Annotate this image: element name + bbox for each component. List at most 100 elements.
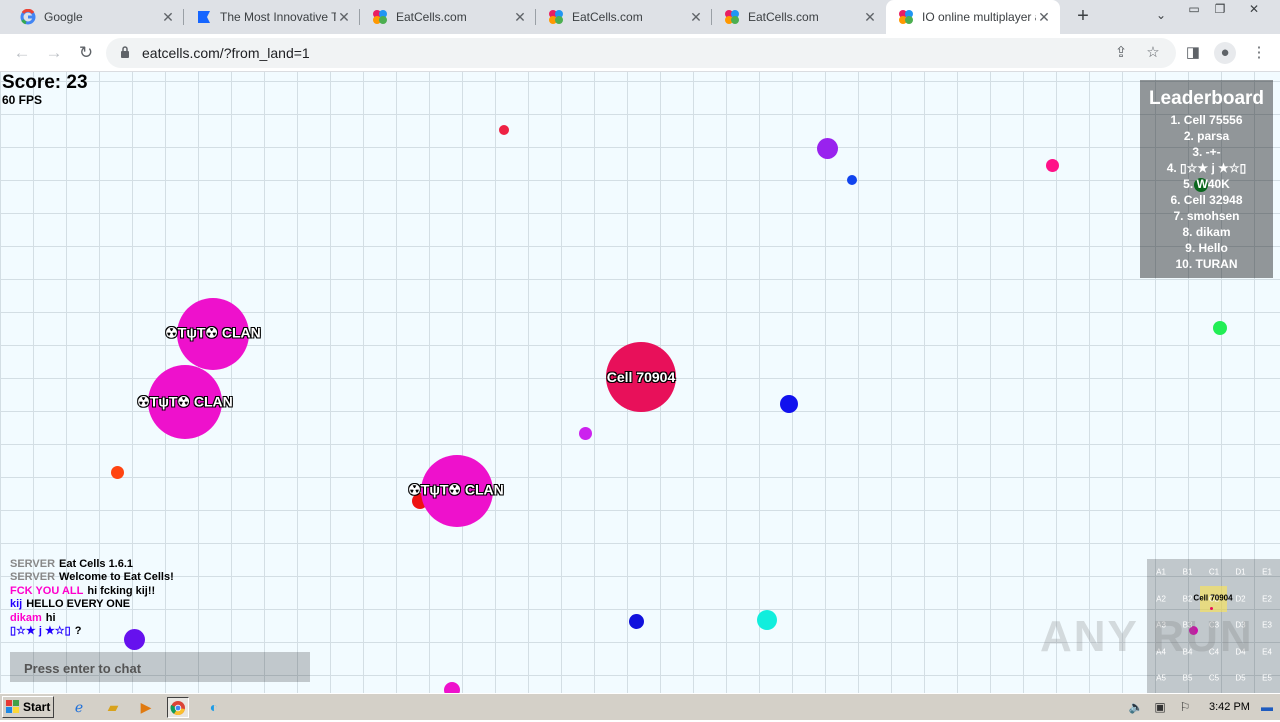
enemy-cell-name: ☢TψT☢ CLAN [165,324,261,341]
chat-message: dikam hi [10,612,174,625]
minimap-sector-label: B5 [1182,673,1193,683]
score-text: Score: 23 [2,72,88,93]
tab-innovative[interactable]: The Most Innovative Tr ✕ [184,0,360,34]
lock-icon[interactable] [120,46,130,58]
food-pellet [579,427,592,440]
minimap-sector-label: A1 [1156,567,1166,577]
eatcells-icon [725,10,739,24]
close-window-icon[interactable]: ✕ [1243,2,1265,16]
tab-eatcells-2[interactable]: EatCells.com ✕ [536,0,712,34]
eatcells-icon [899,10,913,24]
minimap-sector-label: D1 [1235,567,1246,577]
chat-text: hi [45,611,56,624]
leaderboard-entry: 4. ▯☆★ j ★☆▯ [1166,161,1247,175]
minimap-player-label: Cell 70904 [1193,593,1233,603]
food-pellet [1213,321,1227,335]
leaderboard-entry: 8. dikam [1182,225,1231,239]
url-text[interactable]: eatcells.com/?from_land=1 [142,45,310,61]
file-explorer-icon[interactable]: ▰ [102,697,124,718]
minimap-sector-label: E1 [1262,567,1272,577]
leaderboard-entry: 10. TURAN [1175,257,1238,271]
media-player-icon[interactable]: ▶ [135,697,157,718]
close-tab-icon[interactable]: ✕ [688,9,704,26]
close-tab-icon[interactable]: ✕ [160,9,176,26]
game-canvas[interactable]: Score: 23 60 FPS ☢TψT☢ CLAN ☢TψT☢ CLAN ☢… [0,72,1280,693]
minimize-icon[interactable]: ▭ [1183,2,1205,16]
eatcells-icon [549,10,563,24]
food-pellet [1046,159,1059,172]
minimap-sector-label: C5 [1208,673,1220,683]
chat-text: ? [74,625,82,638]
enemy-cell-name: ☢TψT☢ CLAN [408,481,504,498]
tab-search-chevron-icon[interactable]: ⌄ [1152,8,1170,26]
close-tab-icon[interactable]: ✕ [512,9,528,26]
edge-icon[interactable]: ◐ [203,697,225,718]
action-center-flag-icon[interactable]: ⚐ [1177,699,1193,715]
start-label: Start [23,700,51,714]
menu-kebab-icon[interactable]: ⋮ [1250,44,1268,62]
chat-message: ▯☆★ j ★☆▯? [10,625,174,638]
chat-input[interactable]: Press enter to chat [10,652,310,682]
start-button[interactable]: Start [2,696,54,718]
chat-text: Welcome to Eat Cells! [59,571,174,584]
restore-icon[interactable]: ❐ [1209,2,1231,16]
windows-taskbar: Start ℯ ▰ ▶ ◐ 🔈 ▣ ⚐ 3:42 PM ▬ [0,693,1280,720]
close-tab-icon[interactable]: ✕ [862,9,878,26]
player-cell-name: Cell 70904 [606,369,676,385]
leaderboard-panel: Leaderboard 1. Cell 75556 2. parsa 3. -+… [1140,80,1273,278]
tab-eatcells-3[interactable]: EatCells.com ✕ [712,0,886,34]
fps-counter: 60 FPS [2,93,43,107]
food-pellet [780,395,798,413]
food-pellet [757,610,777,630]
minimap-sector-label: C1 [1208,567,1220,577]
minimap-sector-label: E2 [1262,594,1272,603]
tab-title: EatCells.com [396,10,467,24]
internet-explorer-icon[interactable]: ℯ [68,697,90,718]
close-tab-icon[interactable]: ✕ [1036,9,1052,26]
food-pellet [629,614,644,629]
food-pellet [847,175,857,185]
new-tab-button[interactable]: + [1072,5,1094,29]
chat-sender: FCK YOU ALL [10,584,84,597]
tab-eatcells-1[interactable]: EatCells.com ✕ [360,0,536,34]
tab-google[interactable]: Google ✕ [8,0,184,34]
chat-log: SERVER Eat Cells 1.6.1 SERVER Welcome to E… [10,558,174,638]
close-tab-icon[interactable]: ✕ [336,9,352,26]
network-icon[interactable]: ▣ [1152,699,1168,715]
chat-message: FCK YOU ALL hi fcking kij!! [10,585,174,598]
minimap-player-dot [1210,607,1213,610]
taskbar-clock: 3:42 PM [1209,701,1250,713]
enemy-cell-name: ☢TψT☢ CLAN [137,393,233,410]
volume-icon[interactable]: 🔈 [1128,699,1144,715]
anyrun-watermark: ANY RUN [1040,612,1254,661]
food-pellet [499,125,509,135]
profile-avatar-icon[interactable]: ● [1214,42,1236,64]
chat-sender: ▯☆★ j ★☆▯ [10,625,71,638]
share-icon[interactable]: ⇪ [1112,44,1130,62]
tab-title: EatCells.com [572,10,643,24]
forward-arrow-icon[interactable]: → [42,41,66,65]
leaderboard-entry: 7. smohsen [1173,209,1240,223]
chrome-icon[interactable] [167,697,189,718]
show-desktop-icon[interactable]: ▬ [1259,699,1275,715]
address-bar[interactable]: eatcells.com/?from_land=1 ⇪ ☆ [106,38,1176,68]
side-panel-icon[interactable]: ◨ [1184,44,1202,62]
chat-sender: SERVER [10,558,56,570]
chat-text: Eat Cells 1.6.1 [59,558,134,570]
chat-text: hi fcking kij!! [87,584,156,597]
back-arrow-icon[interactable]: ← [10,41,34,65]
tab-title: The Most Innovative Tr [220,10,336,24]
tab-title: IO online multiplayer ar [922,10,1036,24]
chat-sender: kij [10,598,23,611]
bookmark-star-icon[interactable]: ☆ [1144,44,1162,62]
chat-text: HELLO EVERY ONE [26,598,131,611]
google-icon [20,9,36,25]
minimap-sector-label: D2 [1235,594,1246,603]
tab-io-multiplayer[interactable]: IO online multiplayer ar ✕ [886,0,1060,34]
food-pellet [444,682,460,693]
reload-icon[interactable]: ↻ [74,41,98,65]
leaderboard-entry: 5. W40K [1183,177,1230,191]
leaderboard-entry: 2. parsa [1183,129,1230,143]
minimap-sector-label: E5 [1262,673,1272,683]
tab-strip: Google ✕ The Most Innovative Tr ✕ EatCel… [0,0,1280,34]
